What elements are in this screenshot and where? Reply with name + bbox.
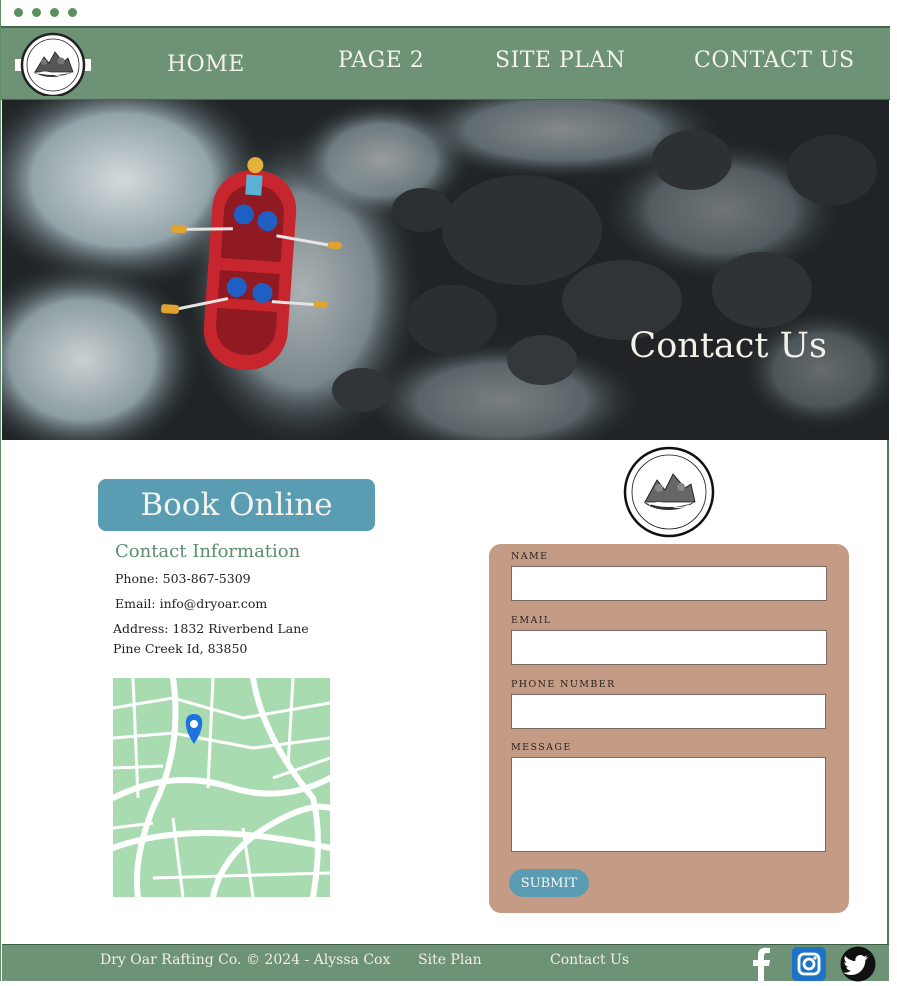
- book-online-button[interactable]: Book Online: [98, 479, 375, 531]
- nav-page-2[interactable]: PAGE 2: [338, 48, 424, 73]
- form-logo: [623, 446, 715, 538]
- message-label: MESSAGE: [511, 742, 572, 753]
- nav-contact-us[interactable]: CONTACT US: [694, 48, 855, 73]
- submit-button[interactable]: SUBMIT: [509, 869, 589, 897]
- message-textarea[interactable]: [511, 757, 826, 852]
- contact-form: NAME EMAIL PHONE NUMBER MESSAGE SUBMIT: [489, 544, 849, 913]
- phone-label: PHONE NUMBER: [511, 679, 616, 690]
- footer-site-plan-link[interactable]: Site Plan: [418, 952, 482, 968]
- hero-image: [2, 100, 889, 440]
- nav-site-plan[interactable]: SITE PLAN: [495, 48, 626, 73]
- contact-phone: Phone: 503-867-5309: [115, 571, 251, 586]
- hero-banner: Contact Us: [2, 100, 889, 440]
- contact-info-title: Contact Information: [115, 541, 301, 562]
- contact-address-line2: Pine Creek Id, 83850: [113, 641, 248, 656]
- phone-input[interactable]: [511, 694, 826, 729]
- footer-copyright: Dry Oar Rafting Co. © 2024 - Alyssa Cox: [100, 952, 391, 968]
- main-nav: HOME PAGE 2 SITE PLAN CONTACT US: [1, 26, 890, 100]
- nav-home[interactable]: HOME: [167, 52, 245, 77]
- facebook-icon[interactable]: [743, 946, 779, 982]
- email-label: EMAIL: [511, 615, 552, 626]
- instagram-icon[interactable]: [791, 946, 827, 982]
- name-input[interactable]: [511, 566, 827, 601]
- window-strip: [1, 0, 889, 26]
- dot-3: [50, 8, 59, 17]
- twitter-icon[interactable]: [840, 946, 876, 982]
- footer: Dry Oar Rafting Co. © 2024 - Alyssa Cox …: [2, 944, 889, 982]
- dot-1: [14, 8, 23, 17]
- dot-4: [68, 8, 77, 17]
- contact-email[interactable]: Email: info@dryoar.com: [115, 596, 267, 611]
- window-dots: [14, 8, 77, 17]
- contact-address-line1: Address: 1832 Riverbend Lane: [113, 621, 309, 636]
- footer-contact-link[interactable]: Contact Us: [550, 952, 629, 968]
- name-label: NAME: [511, 551, 549, 562]
- email-input[interactable]: [511, 630, 827, 665]
- hero-title: Contact Us: [629, 326, 827, 366]
- location-map[interactable]: [110, 675, 333, 900]
- company-logo[interactable]: [15, 30, 91, 98]
- dot-2: [32, 8, 41, 17]
